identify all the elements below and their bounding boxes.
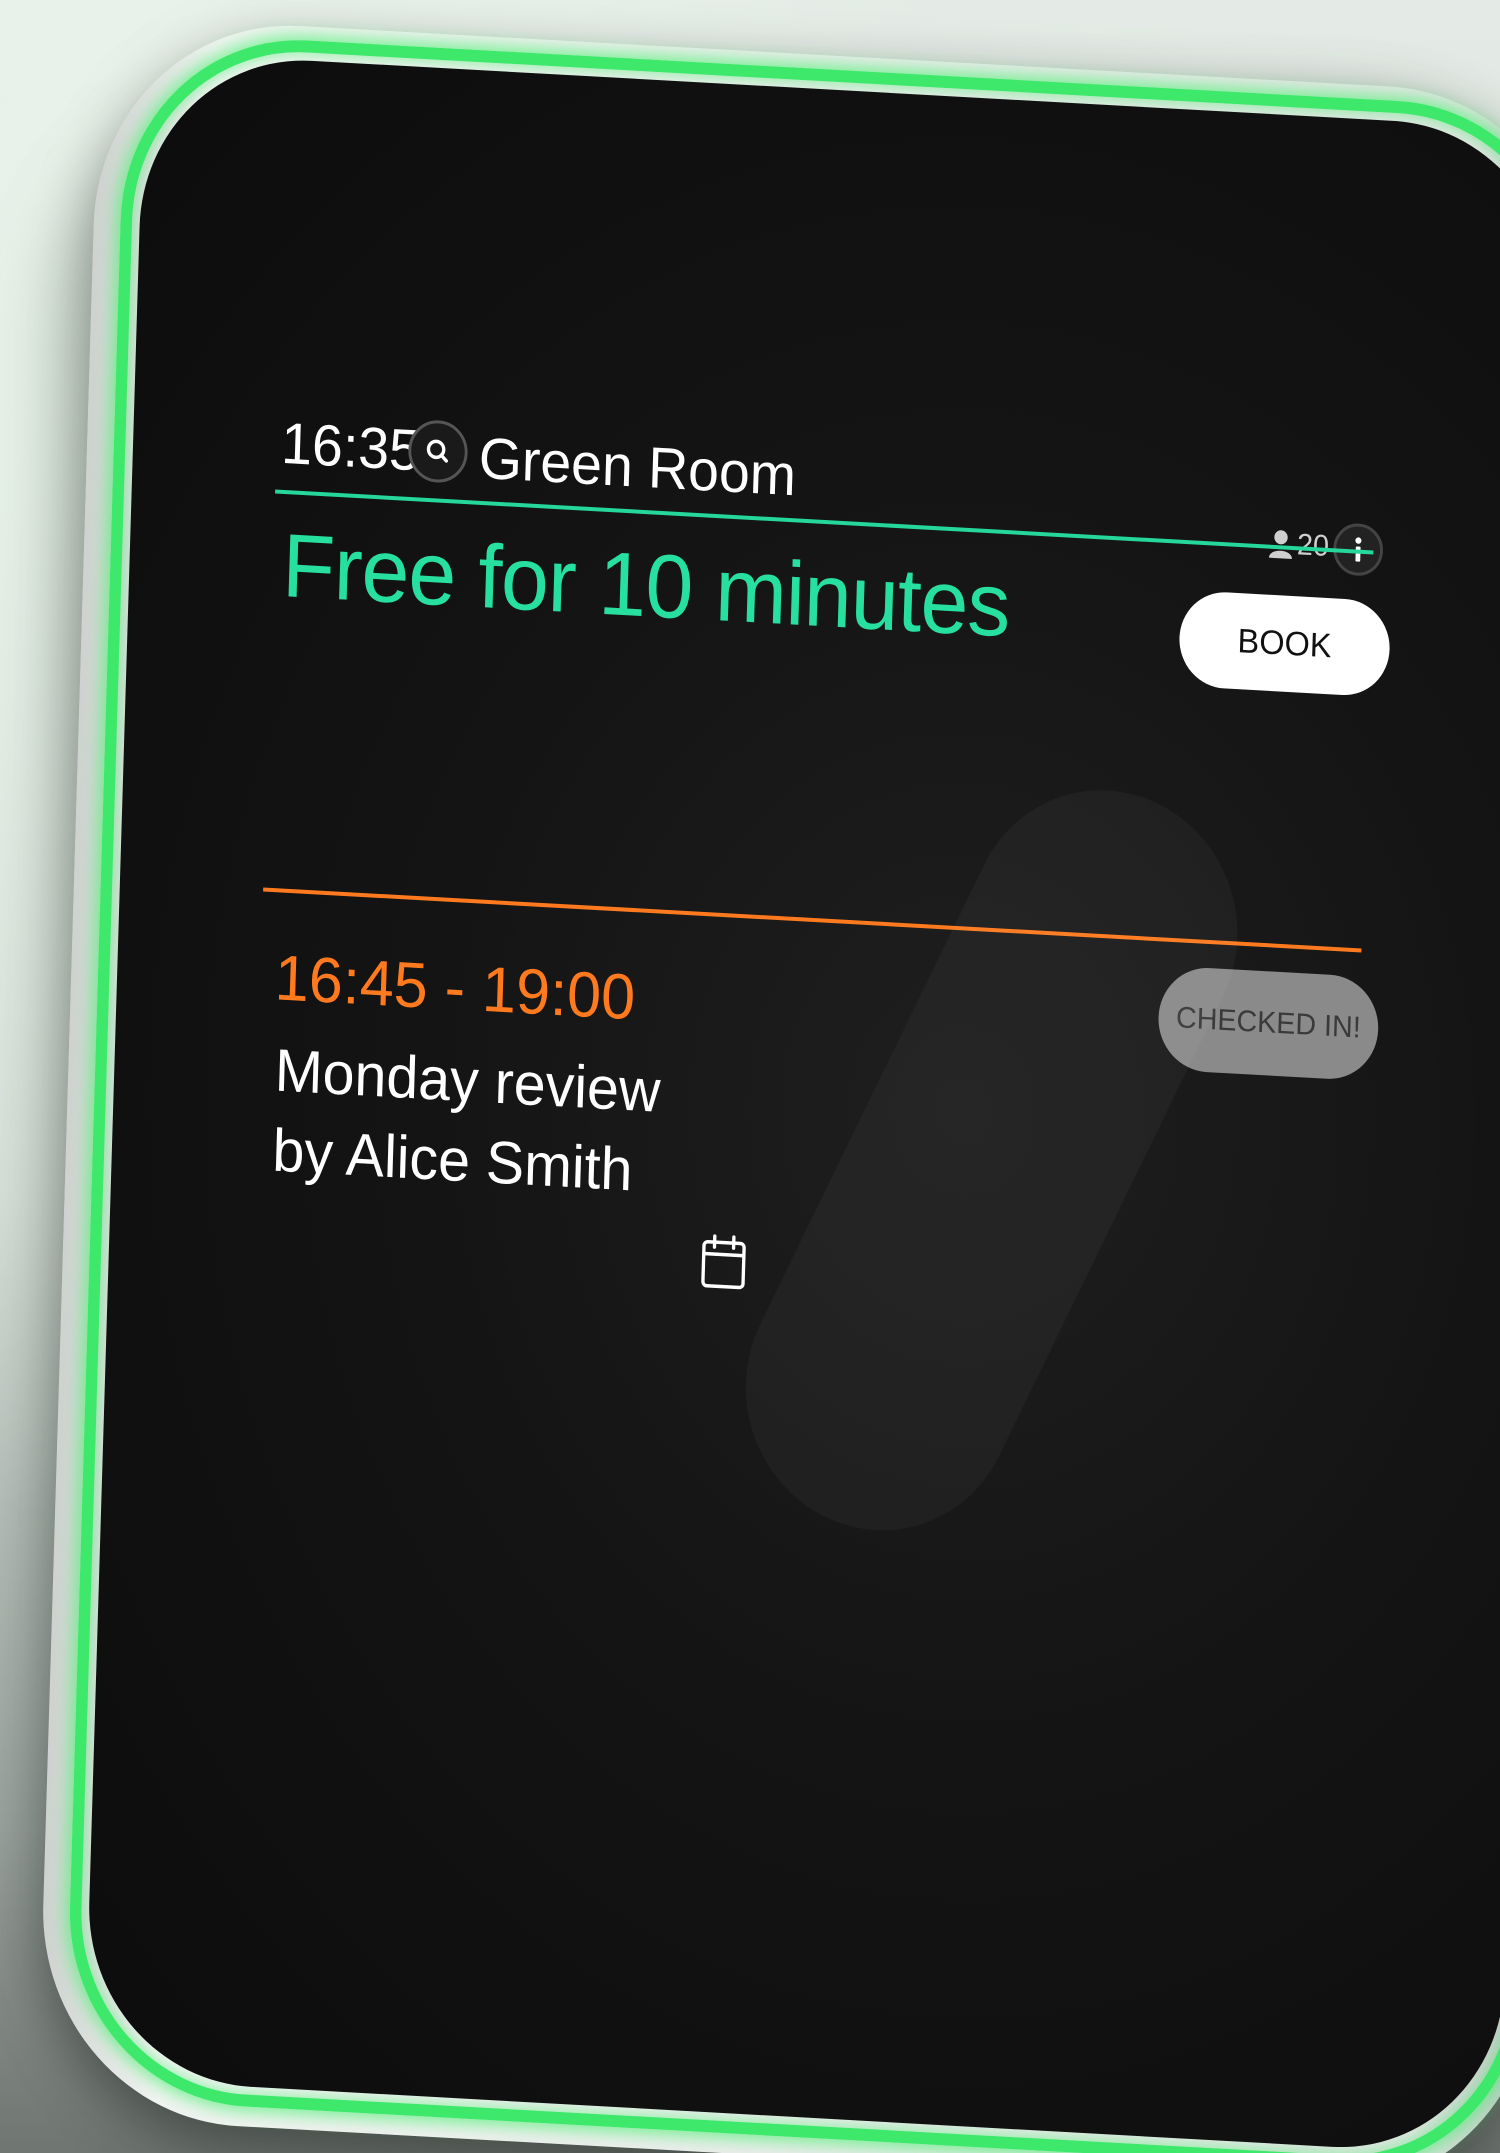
calendar-icon [701,1234,746,1290]
next-meeting-time: 16:45 - 19:00 [273,941,637,1034]
checked-in-button[interactable]: CHECKED IN! [1156,965,1380,1082]
calendar-button[interactable] [691,1224,756,1299]
next-meeting-title: Monday review [273,1036,662,1125]
photo-background: 16:35 Green Room 20 Free for 10 minutes … [0,0,1500,2153]
next-meeting-organizer: by Alice Smith [271,1116,634,1204]
current-time: 16:35 [280,410,421,484]
room-booking-ui: 16:35 Green Room 20 Free for 10 minutes … [84,52,1500,2153]
book-button[interactable]: BOOK [1178,589,1392,698]
device-body: 16:35 Green Room 20 Free for 10 minutes … [37,15,1500,2153]
status-divider-busy [263,887,1362,953]
room-name: Green Room [477,425,797,509]
touch-screen: 16:35 Green Room 20 Free for 10 minutes … [84,51,1500,2153]
availability-status: Free for 10 minutes [280,516,1012,657]
room-panel-device: 16:35 Green Room 20 Free for 10 minutes … [0,0,1500,2153]
search-icon [426,439,448,463]
